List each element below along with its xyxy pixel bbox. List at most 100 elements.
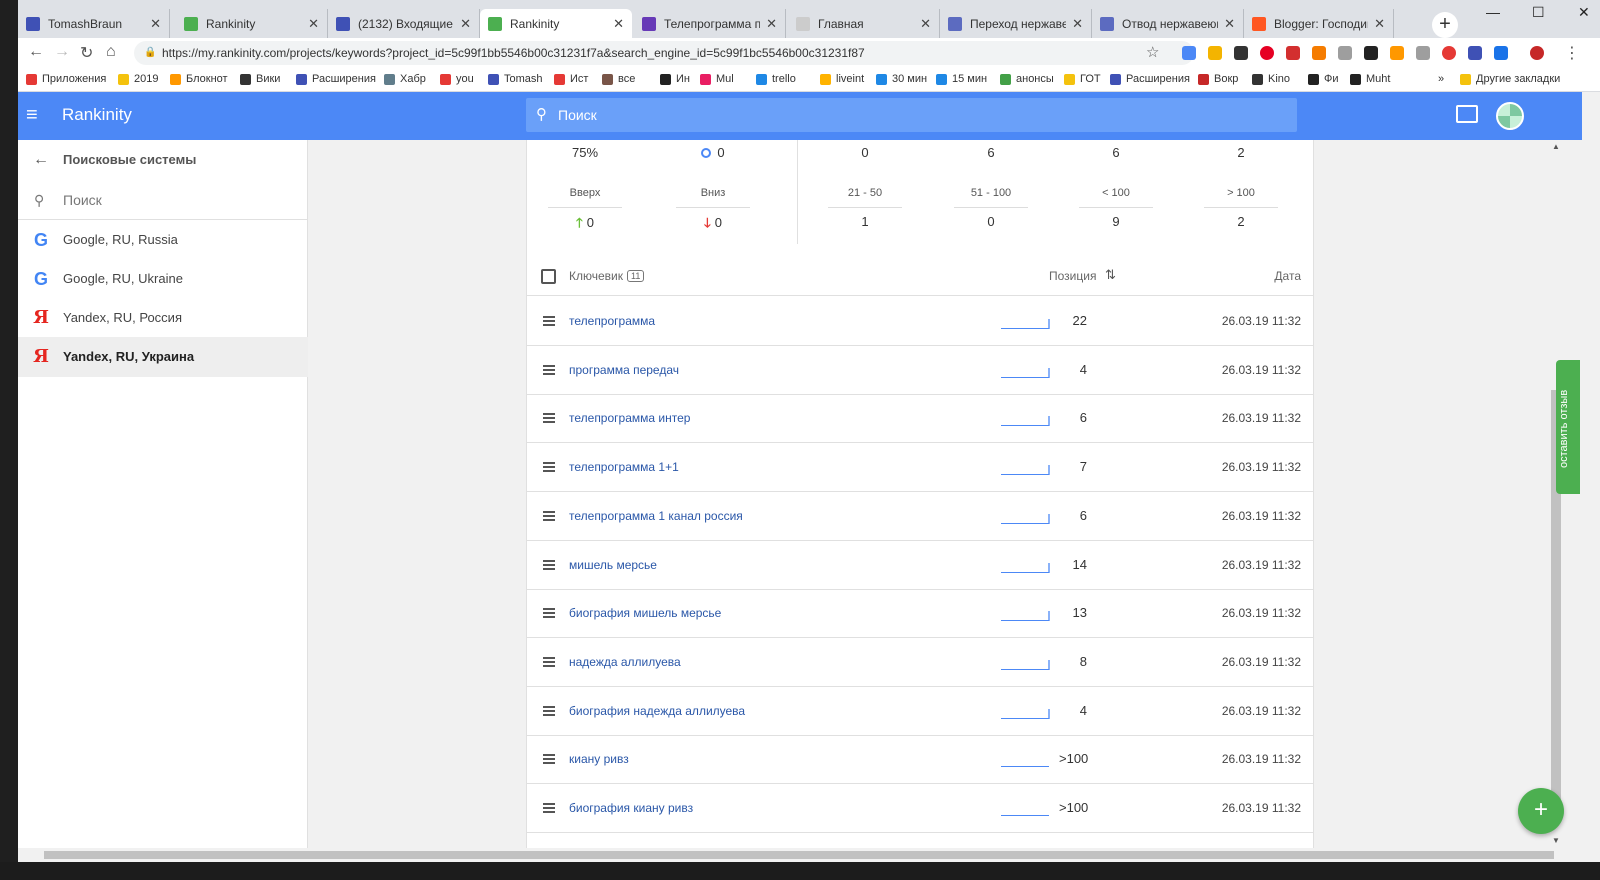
global-search-input[interactable]: ⚲ Поиск <box>526 98 1297 132</box>
extension-icon[interactable] <box>1234 46 1248 60</box>
keyword-link[interactable]: телепрограмма интер <box>569 411 690 425</box>
drag-handle-icon[interactable] <box>543 462 555 473</box>
sidebar-item-search-engine[interactable]: G Google, RU, Ukraine <box>18 259 308 299</box>
keyword-link[interactable]: биография киану ривз <box>569 801 693 815</box>
keyword-link[interactable]: телепрограмма <box>569 314 655 328</box>
extension-icon[interactable] <box>1182 46 1196 60</box>
bookmark-item[interactable]: Ист <box>554 73 588 85</box>
browser-tab[interactable]: Переход нержавеющ✕ <box>940 9 1092 38</box>
bookmark-item[interactable]: Mul <box>700 73 734 85</box>
extension-icon[interactable] <box>1364 46 1378 60</box>
close-tab-icon[interactable]: ✕ <box>613 16 624 32</box>
scroll-thumb[interactable] <box>44 851 1554 859</box>
browser-tab[interactable]: Rankinity ✕ <box>176 9 328 38</box>
keyword-link[interactable]: телепрограмма 1 канал россия <box>569 509 743 523</box>
address-bar[interactable]: 🔒 https://my.rankinity.com/projects/keyw… <box>134 41 1194 65</box>
bookmark-item[interactable]: liveint <box>820 73 864 85</box>
browser-tab[interactable]: Телепрограмма перед✕ <box>634 9 786 38</box>
select-all-checkbox[interactable] <box>541 269 556 284</box>
drag-handle-icon[interactable] <box>543 316 555 326</box>
drag-handle-icon[interactable] <box>543 803 555 813</box>
extension-icon[interactable] <box>1312 46 1326 60</box>
drag-handle-icon[interactable] <box>543 510 555 521</box>
bookmark-item[interactable]: Расширения <box>296 73 376 85</box>
bookmark-item[interactable]: 2019 <box>118 73 158 85</box>
drag-handle-icon[interactable] <box>543 413 555 424</box>
bookmark-item[interactable]: Вокр <box>1198 73 1238 85</box>
horizontal-scrollbar[interactable] <box>18 848 1582 862</box>
close-tab-icon[interactable]: ✕ <box>766 16 777 32</box>
bookmark-item[interactable]: Tomash <box>488 73 543 85</box>
new-tab-button[interactable]: + <box>1432 12 1458 38</box>
back-icon[interactable]: ← <box>28 43 44 61</box>
other-bookmarks[interactable]: Другие закладки <box>1460 73 1560 85</box>
bookmark-item[interactable]: you <box>440 73 474 85</box>
pinterest-icon[interactable] <box>1260 46 1274 60</box>
close-tab-icon[interactable]: ✕ <box>1224 16 1235 32</box>
bookmark-item[interactable]: Расширения <box>1110 73 1190 85</box>
bookmark-item[interactable]: 30 мин <box>876 73 927 85</box>
extension-icon[interactable] <box>1338 46 1352 60</box>
keyword-link[interactable]: киану ривз <box>569 752 629 766</box>
close-tab-icon[interactable]: ✕ <box>150 16 161 32</box>
adblock-icon[interactable] <box>1442 46 1456 60</box>
keyword-link[interactable]: телепрограмма 1+1 <box>569 460 679 474</box>
sidebar-search-input[interactable]: ⚲ Поиск <box>18 180 308 220</box>
column-date[interactable]: Дата <box>1274 269 1301 283</box>
sort-icon[interactable]: ⇅ <box>1105 267 1116 283</box>
drag-handle-icon[interactable] <box>543 364 555 375</box>
browser-tab[interactable]: (2132) Входящие — Ра✕ <box>328 9 480 38</box>
menu-dots-icon[interactable]: ⋮ <box>1564 43 1580 63</box>
keyword-link[interactable]: биография мишель мерсье <box>569 606 721 620</box>
browser-tab[interactable]: Главная ✕ <box>788 9 940 38</box>
sidebar-item-search-engine[interactable]: Я Yandex, RU, Украина <box>18 337 308 377</box>
bookmark-item[interactable]: Muht <box>1350 73 1390 85</box>
keyword-link[interactable]: биография надежда аллилуева <box>569 704 745 718</box>
close-tab-icon[interactable]: ✕ <box>1374 16 1385 32</box>
back-arrow-icon[interactable]: ← <box>33 140 49 180</box>
bookmarks-more-button[interactable]: » <box>1438 73 1444 85</box>
browser-tab[interactable]: Отвод нержавеющий✕ <box>1092 9 1244 38</box>
vertical-scrollbar[interactable]: ▲ ▼ <box>1548 140 1564 848</box>
browser-tab[interactable]: TomashBraun ✕ <box>18 9 170 38</box>
feedback-button[interactable]: оставить отзыв <box>1556 360 1580 494</box>
maximize-icon[interactable]: ☐ <box>1532 4 1545 21</box>
profile-icon[interactable] <box>1530 46 1544 60</box>
bookmark-item[interactable]: ГОТ <box>1064 73 1101 85</box>
close-tab-icon[interactable]: ✕ <box>920 16 931 32</box>
bookmark-item[interactable]: Kino <box>1252 73 1290 85</box>
avatar[interactable] <box>1496 102 1524 130</box>
drag-handle-icon[interactable] <box>543 754 555 765</box>
drag-handle-icon[interactable] <box>543 559 555 570</box>
bookmark-item[interactable]: trello <box>756 73 796 85</box>
bookmark-item[interactable]: Приложения <box>26 73 106 85</box>
home-icon[interactable]: ⌂ <box>106 43 116 61</box>
bookmark-item[interactable]: Ин <box>660 73 690 85</box>
keyword-link[interactable]: программа передач <box>569 363 679 377</box>
close-window-icon[interactable]: ✕ <box>1578 4 1590 21</box>
menu-icon[interactable]: ≡ <box>26 104 48 126</box>
sidebar-item-search-engine[interactable]: G Google, RU, Russia <box>18 220 308 260</box>
bookmark-item[interactable]: 15 мин <box>936 73 987 85</box>
bookmark-item[interactable]: Блокнот <box>170 73 228 85</box>
minimize-icon[interactable]: — <box>1486 4 1500 20</box>
extension-icon[interactable] <box>1416 46 1430 60</box>
bookmark-item[interactable]: Вики <box>240 73 280 85</box>
sidebar-item-search-engine[interactable]: Я Yandex, RU, Россия <box>18 298 308 338</box>
folder-icon[interactable] <box>1456 105 1478 123</box>
browser-tab[interactable]: Rankinity ✕ <box>480 9 632 38</box>
extension-icon[interactable] <box>1286 46 1300 60</box>
drag-handle-icon[interactable] <box>543 705 555 716</box>
drag-handle-icon[interactable] <box>543 608 555 619</box>
drag-handle-icon[interactable] <box>543 656 555 667</box>
extension-icon[interactable] <box>1208 46 1222 60</box>
bookmark-item[interactable]: все <box>602 73 635 85</box>
camera-icon[interactable] <box>1468 46 1482 60</box>
extension-icon[interactable] <box>1390 46 1404 60</box>
close-tab-icon[interactable]: ✕ <box>460 16 471 32</box>
keyword-link[interactable]: мишель мерсье <box>569 558 657 572</box>
column-keyword[interactable]: Ключевик 11 <box>569 269 645 283</box>
browser-tab[interactable]: Blogger: Господин ГОК✕ <box>1244 9 1394 38</box>
bookmark-item[interactable]: Хабр <box>384 73 426 85</box>
reload-icon[interactable]: ↻ <box>80 43 93 63</box>
